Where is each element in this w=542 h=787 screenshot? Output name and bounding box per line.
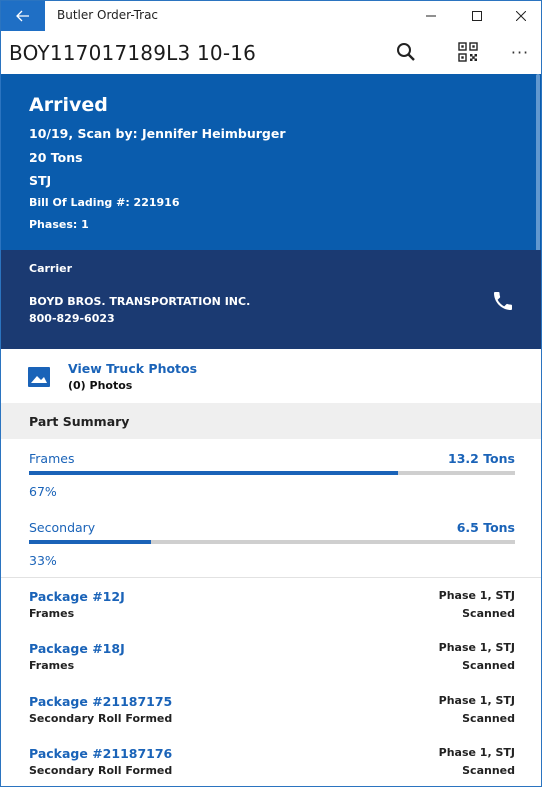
minimize-icon (426, 15, 436, 17)
scan-info: 10/19, Scan by: Jennifer Heimburger (29, 126, 286, 141)
part-progress-fill (29, 471, 399, 475)
part-summary-header: Part Summary (1, 403, 541, 439)
arrow-left-icon (16, 10, 29, 22)
package-status: Scanned (462, 712, 515, 725)
search-button[interactable] (389, 37, 423, 67)
package-type: Secondary Roll Formed (29, 712, 173, 725)
delivery-status-panel: Arrived 10/19, Scan by: Jennifer Heimbur… (1, 74, 541, 250)
carrier-label: Carrier (29, 262, 73, 275)
part-percent: 67% (29, 484, 57, 499)
app-title: Butler Order-Trac (57, 8, 159, 22)
section-divider (1, 577, 541, 578)
carrier-phone: 800-829-6023 (29, 312, 115, 325)
part-weight: 6.5 Tons (456, 520, 515, 535)
close-button[interactable] (499, 1, 541, 31)
package-name[interactable]: Package #21187175 (29, 694, 172, 709)
page-header: BOY117017189L3 10-16 ··· (1, 31, 541, 74)
package-status: Scanned (462, 764, 515, 777)
part-progress-track (29, 540, 515, 544)
phone-icon (494, 292, 512, 310)
location-info: STJ (29, 173, 52, 188)
package-type: Secondary Roll Formed (29, 764, 173, 777)
back-button[interactable] (1, 1, 45, 31)
photo-count: (0) Photos (68, 379, 133, 392)
maximize-icon (472, 11, 482, 21)
part-name: Secondary (29, 520, 96, 535)
app-window: Butler Order-Trac BOY117017189L3 10-16 ·… (0, 0, 542, 787)
more-options-button[interactable]: ··· (503, 37, 537, 67)
minimize-button[interactable] (409, 1, 453, 31)
close-icon (516, 11, 526, 21)
part-name: Frames (29, 451, 75, 466)
view-truck-photos-link[interactable]: View Truck Photos (68, 361, 197, 376)
package-row[interactable]: Package #21187175 Secondary Roll Formed … (1, 694, 541, 746)
title-bar: Butler Order-Trac (1, 1, 541, 31)
phases-info: Phases: 1 (29, 218, 89, 231)
part-percent: 33% (29, 553, 57, 568)
package-name[interactable]: Package #21187176 (29, 746, 172, 761)
part-row-frames: Frames 13.2 Tons 67% (1, 439, 541, 509)
call-carrier-button[interactable] (487, 286, 519, 316)
package-row[interactable]: Package #12J Frames Phase 1, STJ Scanned (1, 589, 541, 641)
package-phase: Phase 1, STJ (438, 641, 515, 654)
part-progress-fill (29, 540, 151, 544)
package-status: Scanned (462, 607, 515, 620)
carrier-panel: Carrier BOYD BROS. TRANSPORTATION INC. 8… (1, 250, 541, 349)
package-phase: Phase 1, STJ (438, 746, 515, 759)
package-row[interactable]: Package #21187176 Secondary Roll Formed … (1, 746, 541, 786)
package-name[interactable]: Package #12J (29, 589, 125, 604)
truck-photos-row[interactable]: View Truck Photos (0) Photos (1, 349, 541, 403)
package-name[interactable]: Package #18J (29, 641, 125, 656)
package-phase: Phase 1, STJ (438, 589, 515, 602)
qr-scan-button[interactable] (451, 37, 485, 67)
search-icon (397, 43, 415, 61)
part-row-secondary: Secondary 6.5 Tons 33% (1, 508, 541, 578)
image-icon (28, 367, 50, 387)
bill-of-lading: Bill Of Lading #: 221916 (29, 196, 180, 209)
part-summary-title: Part Summary (29, 414, 130, 429)
package-status: Scanned (462, 659, 515, 672)
package-type: Frames (29, 607, 75, 620)
package-row[interactable]: Package #18J Frames Phase 1, STJ Scanned (1, 641, 541, 693)
part-progress-track (29, 471, 515, 475)
weight-info: 20 Tons (29, 150, 83, 165)
carrier-name: BOYD BROS. TRANSPORTATION INC. (29, 295, 251, 308)
package-phase: Phase 1, STJ (438, 694, 515, 707)
maximize-button[interactable] (455, 1, 499, 31)
qr-code-icon (458, 42, 478, 62)
status-title: Arrived (29, 94, 108, 116)
package-type: Frames (29, 659, 75, 672)
page-title: BOY117017189L3 10-16 (9, 41, 257, 65)
scrollbar[interactable] (536, 74, 540, 274)
part-weight: 13.2 Tons (448, 451, 515, 466)
